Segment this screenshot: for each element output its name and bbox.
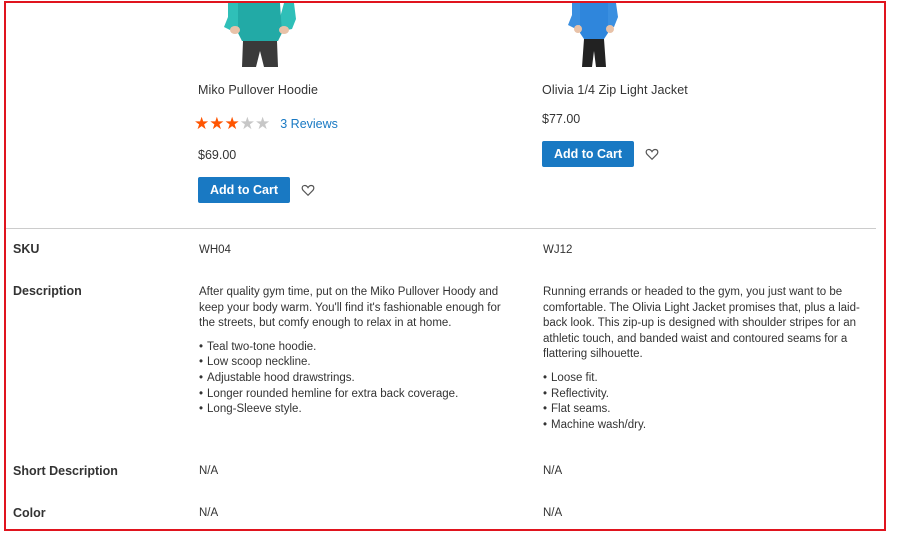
- attribute-label-short-description: Short Description: [13, 464, 118, 478]
- feature-item: Teal two-tone hoodie.: [199, 340, 511, 356]
- add-to-cart-button[interactable]: Add to Cart: [542, 141, 634, 167]
- product-rating: ★ ★ ★ ★ ★ 3 Reviews: [194, 115, 338, 132]
- product-image-olivia-jacket[interactable]: [542, 3, 662, 67]
- description-cell: After quality gym time, put on the Miko …: [199, 285, 511, 418]
- star-filled-icon: ★: [209, 114, 225, 133]
- star-filled-icon: ★: [194, 114, 210, 133]
- product-actions: Add to Cart: [198, 177, 315, 203]
- feature-item: Low scoop neckline.: [199, 355, 511, 371]
- description-cell: Running errands or headed to the gym, yo…: [543, 285, 871, 433]
- attribute-label-color: Color: [13, 506, 46, 520]
- feature-list: Teal two-tone hoodie. Low scoop neckline…: [199, 340, 511, 418]
- feature-item: Loose fit.: [543, 371, 871, 387]
- feature-item: Flat seams.: [543, 402, 871, 418]
- rating-stars: ★ ★ ★ ★ ★: [194, 115, 270, 132]
- feature-item: Longer rounded hemline for extra back co…: [199, 387, 511, 403]
- heart-icon[interactable]: [645, 147, 659, 161]
- color-value: N/A: [199, 507, 219, 519]
- product-name[interactable]: Miko Pullover Hoodie: [198, 83, 318, 97]
- feature-item: Machine wash/dry.: [543, 418, 871, 434]
- feature-list: Loose fit. Reflectivity. Flat seams. Mac…: [543, 371, 871, 433]
- product-price: $69.00: [198, 148, 237, 162]
- attribute-label-description: Description: [13, 284, 82, 298]
- star-empty-icon: ★: [239, 114, 255, 133]
- divider: [6, 228, 876, 229]
- feature-item: Long-Sleeve style.: [199, 402, 511, 418]
- feature-item: Reflectivity.: [543, 387, 871, 403]
- reviews-link[interactable]: 3 Reviews: [280, 117, 338, 131]
- star-empty-icon: ★: [255, 114, 271, 133]
- heart-icon[interactable]: [301, 183, 315, 197]
- description-text: Running errands or headed to the gym, yo…: [543, 286, 860, 361]
- attribute-label-sku: SKU: [13, 242, 40, 256]
- short-description-value: N/A: [199, 465, 219, 477]
- star-filled-icon: ★: [224, 114, 240, 133]
- product-name[interactable]: Olivia 1/4 Zip Light Jacket: [542, 83, 688, 97]
- sku-value: WH04: [199, 244, 231, 256]
- add-to-cart-button[interactable]: Add to Cart: [198, 177, 290, 203]
- product-image-miko-hoodie[interactable]: [198, 3, 318, 67]
- sku-value: WJ12: [543, 244, 573, 256]
- compare-products-panel: Miko Pullover Hoodie ★ ★ ★ ★ ★ 3 Reviews…: [4, 1, 886, 531]
- short-description-value: N/A: [543, 465, 563, 477]
- product-actions: Add to Cart: [542, 141, 659, 167]
- description-text: After quality gym time, put on the Miko …: [199, 286, 501, 330]
- feature-item: Adjustable hood drawstrings.: [199, 371, 511, 387]
- product-price: $77.00: [542, 112, 581, 126]
- color-value: N/A: [543, 507, 563, 519]
